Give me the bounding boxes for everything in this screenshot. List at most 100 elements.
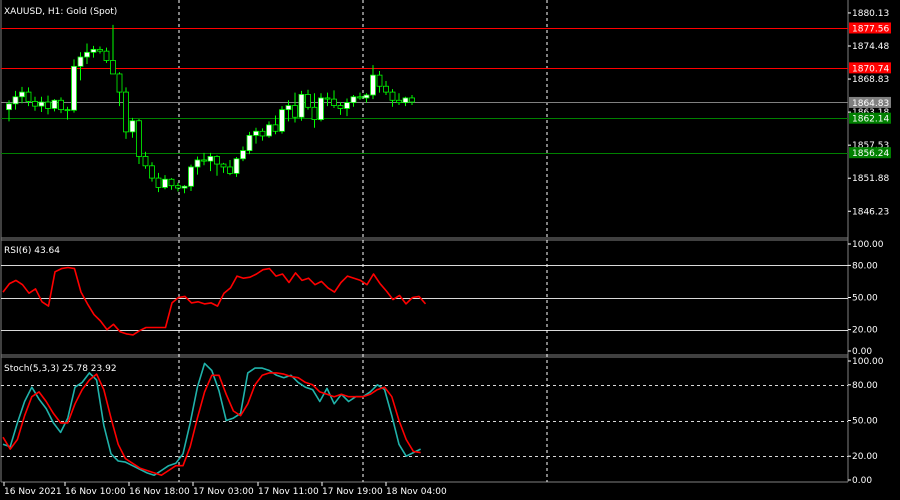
candle-body [77,56,84,67]
candle [305,89,311,110]
candle-body [25,91,32,102]
candle-body [220,163,227,168]
candle-body [318,97,324,120]
candle [396,93,402,105]
candle-body [142,156,149,167]
candle-body [279,109,285,132]
candle [142,151,149,169]
candle [246,131,253,155]
candle [90,45,97,58]
osc-tick-label: 50.00 [852,417,878,427]
candle [71,59,77,113]
candle-body [337,105,344,109]
candle-body [103,50,110,61]
time-tick-label: 18 Nov 04:00 [386,487,447,497]
candle [311,93,318,128]
price-pane: XAUUSD, H1: Gold (Spot) 1880.13 1874.48 18… [1,7,891,217]
candle [188,164,194,191]
candle [84,43,90,65]
candle [324,92,331,107]
candle [331,90,337,108]
candle [389,89,396,107]
candle-body [168,178,175,187]
candle-body [51,99,58,109]
candle-body [357,96,363,99]
rsi-pane: RSI(6) 43.64 100.00 80.00 50.00 20.00 0.00 [1,240,884,357]
osc-tick-label: 20.00 [852,326,878,336]
candle [25,87,32,107]
stochastic-title: Stoch(5,3,3) 25.78 23.92 [4,364,117,374]
chart-canvas: XAUUSD, H1: Gold (Spot) 1880.13 1874.48 18… [0,0,891,497]
rsi-title: RSI(6) 43.64 [4,246,60,256]
candle [51,99,58,112]
candle [155,172,162,193]
candle-body [246,134,253,151]
candle [409,95,415,105]
osc-series-line [2,266,427,336]
candle-body [207,156,214,162]
candle-body [272,124,279,132]
candle-body [64,109,71,112]
candle-body [175,185,181,189]
candle-body [201,159,207,162]
candle-body [110,60,116,75]
candle [350,95,357,107]
candle [103,47,110,63]
candle [337,102,344,115]
candle-body [58,99,64,111]
candle [136,119,142,165]
osc-tick-label: 0.00 [852,476,872,486]
candle-body [6,103,12,111]
candle-body [194,159,201,168]
candle-body [84,51,90,58]
candle [201,152,207,166]
candle [220,162,227,173]
candle-body [12,96,19,105]
time-tick-label: 16 Nov 2021 [4,487,62,497]
candle [181,185,188,194]
candle [58,97,64,114]
candle-body [324,97,331,100]
price-tick-label: 1846.23 [852,207,889,217]
candle-body [350,96,357,104]
price-tag-label: 1856.24 [852,149,889,159]
chart-frame [0,0,849,483]
candle [12,90,19,110]
candle-body [136,120,142,157]
candle [175,182,181,192]
price-tick-label: 1868.83 [852,75,889,85]
candle-body [311,106,318,120]
candle-body [45,101,51,109]
osc-tick-label: 100.00 [852,240,884,250]
candle [110,24,116,75]
candle [162,175,168,190]
candle [38,96,45,112]
candle-body [233,158,240,174]
osc-tick-label: 100.00 [852,357,884,367]
candle [32,96,38,111]
time-axis: 16 Nov 2021 16 Nov 10:00 16 Nov 18:00 17 No… [3,482,447,497]
candle-body [214,156,220,165]
candle-body [298,94,305,118]
candle [402,96,409,107]
candle [116,72,123,107]
candle [214,155,220,176]
price-tag-label: 1877.56 [852,24,889,34]
candle-body [71,65,77,111]
candle [376,71,383,93]
osc-tick-label: 50.00 [852,294,878,304]
candle-body [149,165,155,179]
candle-body [259,130,266,137]
candle-body [123,91,129,133]
candle-body [389,91,396,101]
candle [64,106,71,120]
candle [318,93,324,122]
candle [259,128,266,141]
price-tick-label: 1880.13 [852,9,889,19]
price-tick-label: 1851.88 [852,174,889,184]
candle [149,162,155,182]
candle-body [370,74,376,96]
candle-body [363,94,370,99]
candle [168,178,175,190]
candle [194,156,201,175]
